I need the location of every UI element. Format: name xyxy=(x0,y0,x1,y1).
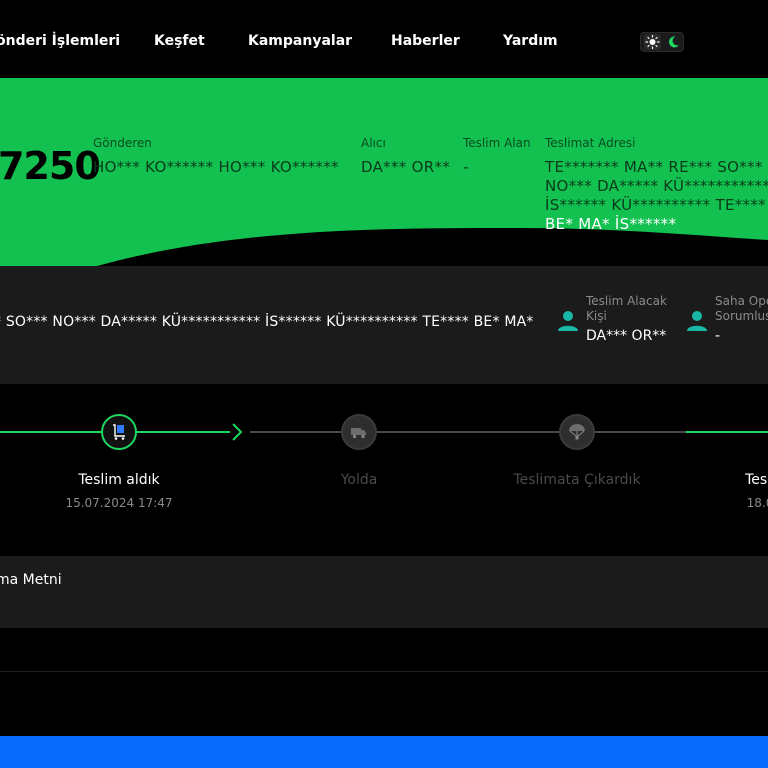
progress-line-pending xyxy=(250,431,342,433)
progress-line-done xyxy=(0,431,102,433)
address-details-strip: * SO*** NO*** DA***** KÜ*********** İS**… xyxy=(0,266,768,384)
theme-toggle[interactable] xyxy=(640,32,684,52)
nav-item-help[interactable]: Yardım xyxy=(503,33,558,49)
recipient-value: DA*** OR** xyxy=(586,328,667,344)
sender-value: HO*** KO****** HO*** KO****** xyxy=(93,158,339,176)
delivery-address-value: TE******* MA** RE*** SO*** NO*** DA*****… xyxy=(545,158,768,234)
truck-icon xyxy=(351,428,366,439)
user-icon xyxy=(687,311,707,331)
sun-icon[interactable] xyxy=(644,34,661,50)
field-operator-value: - xyxy=(715,328,721,344)
step-out-for-delivery[interactable] xyxy=(559,414,595,450)
progress-line-done xyxy=(686,431,768,433)
parachute-icon xyxy=(569,424,585,440)
shipment-progress-tracker: Teslim aldık 15.07.2024 17:47 Yolda Tesl… xyxy=(0,384,768,556)
section-divider xyxy=(0,671,768,672)
step-delivered-date: 18.0 xyxy=(746,496,768,510)
receiver-label: Alıcı xyxy=(361,136,386,150)
bottom-banner xyxy=(0,736,768,768)
sender-label: Gönderen xyxy=(93,136,152,150)
nav-item-news[interactable]: Haberler xyxy=(391,33,460,49)
field-operator-label: Saha Ope Sorumlus xyxy=(715,294,768,323)
step-received[interactable] xyxy=(101,414,137,450)
delivered-to-label: Teslim Alan xyxy=(463,136,531,150)
receiver-value: DA*** OR** xyxy=(361,158,451,176)
progress-line-done xyxy=(136,431,230,433)
agreement-text-row[interactable]: ma Metni xyxy=(0,556,768,628)
user-icon xyxy=(558,311,578,331)
progress-line-pending xyxy=(376,431,560,433)
chevron-right-icon xyxy=(232,423,243,441)
address-line: TE******* MA** RE*** SO*** xyxy=(545,158,763,176)
step-in-transit-name: Yolda xyxy=(340,472,378,488)
recipient-label: Teslim Alacak Kişi xyxy=(586,294,667,323)
progress-line-pending xyxy=(594,431,686,433)
package-cart-icon xyxy=(113,424,125,440)
address-line: BE* MA* İS****** xyxy=(545,215,677,233)
delivery-address-label: Teslimat Adresi xyxy=(545,136,636,150)
step-out-for-delivery-name: Teslimata Çıkardık xyxy=(513,472,641,488)
nav-item-discover[interactable]: Keşfet xyxy=(154,33,205,49)
nav-item-shipment-operations[interactable]: önderi İşlemleri xyxy=(0,33,120,49)
shipment-summary-panel: 7250 Gönderen HO*** KO****** HO*** KO***… xyxy=(0,78,768,268)
step-received-date: 15.07.2024 17:47 xyxy=(65,496,173,510)
tracking-number: 7250 xyxy=(0,144,101,188)
top-navigation: önderi İşlemleri Keşfet Kampanyalar Habe… xyxy=(0,0,768,78)
agreement-text-link[interactable]: ma Metni xyxy=(0,572,62,588)
address-line: NO*** DA***** KÜ*********** xyxy=(545,177,768,195)
step-received-name: Teslim aldık xyxy=(78,472,160,488)
address-line: İS****** KÜ********** TE**** xyxy=(545,196,766,214)
step-in-transit[interactable] xyxy=(341,414,377,450)
moon-icon[interactable] xyxy=(665,34,682,50)
step-delivered-name: Tesli xyxy=(745,472,768,488)
nav-item-campaigns[interactable]: Kampanyalar xyxy=(248,33,352,49)
delivered-to-value: - xyxy=(463,158,469,176)
full-address-text: * SO*** NO*** DA***** KÜ*********** İS**… xyxy=(0,314,534,330)
